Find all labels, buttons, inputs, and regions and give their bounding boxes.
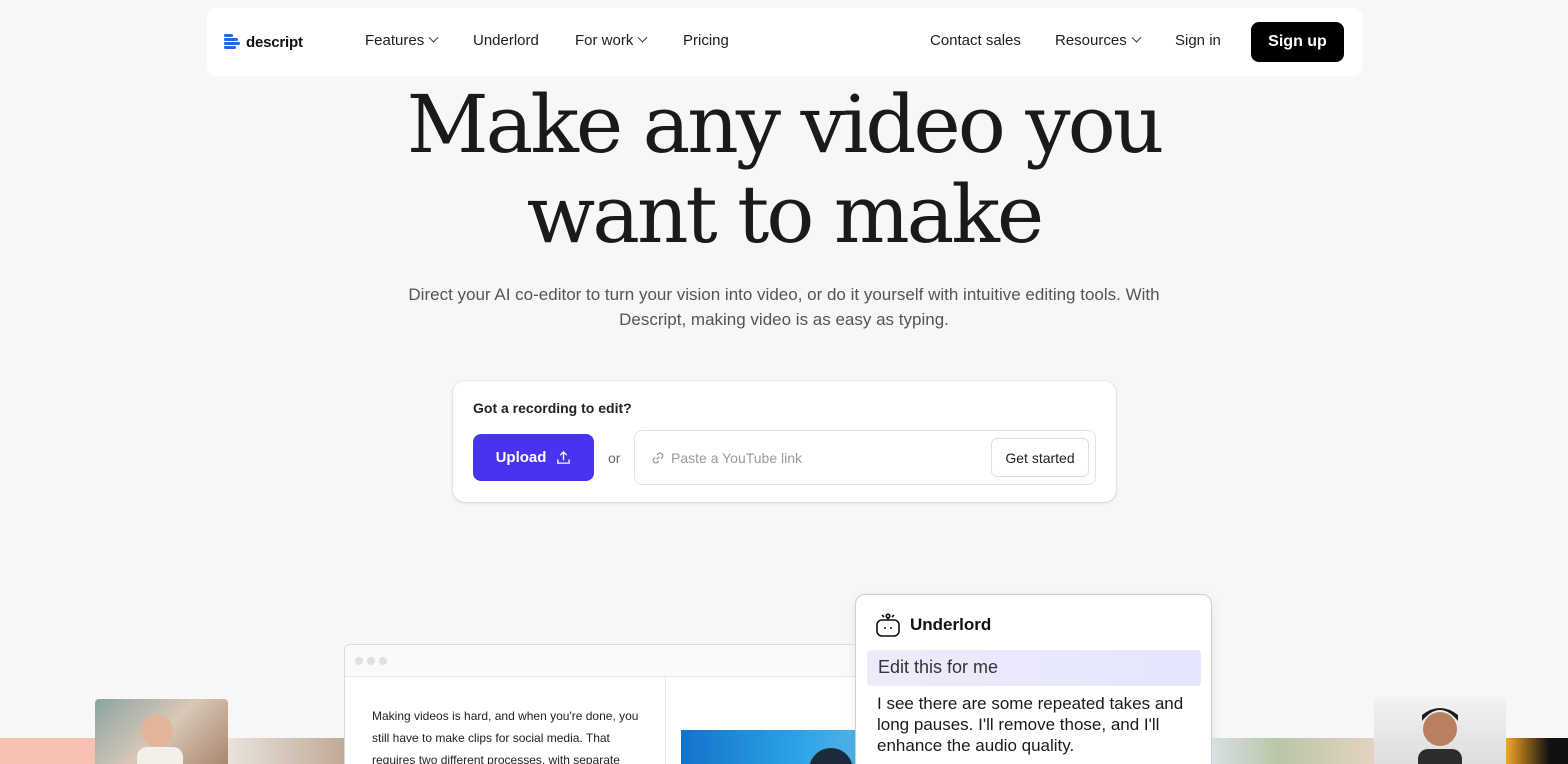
- underlord-header: Underlord: [874, 611, 991, 639]
- upload-icon: [557, 450, 571, 464]
- editor-video-preview: [681, 730, 871, 764]
- youtube-link-box: Get started: [634, 430, 1096, 485]
- window-dot-icon: [379, 657, 387, 665]
- nav-resources[interactable]: Resources: [1055, 32, 1142, 49]
- window-dot-icon: [355, 657, 363, 665]
- nav-sign-in[interactable]: Sign in: [1175, 32, 1221, 49]
- upload-card: Got a recording to edit? Upload or Get s…: [453, 381, 1116, 502]
- nav-for-work-label: For work: [575, 32, 634, 49]
- chevron-down-icon: [428, 32, 439, 43]
- or-separator: or: [608, 450, 621, 466]
- editor-divider: [665, 677, 666, 764]
- decorative-strip-right: [1212, 738, 1377, 764]
- link-icon: [652, 452, 664, 464]
- person-photo-right: [1374, 697, 1506, 764]
- hero-subtitle: Direct your AI co-editor to turn your vi…: [408, 285, 1160, 329]
- nav-features-label: Features: [365, 32, 425, 49]
- nav-underlord[interactable]: Underlord: [473, 32, 539, 49]
- nav-contact-sales[interactable]: Contact sales: [930, 32, 1021, 49]
- video-person-icon: [809, 748, 853, 764]
- nav-resources-label: Resources: [1055, 32, 1127, 49]
- hero-title: Make any video you want to make: [0, 80, 1568, 260]
- editor-title-bar: [345, 645, 883, 677]
- underlord-chat-panel: Underlord Edit this for me I see there a…: [855, 594, 1212, 764]
- upload-button-label: Upload: [495, 449, 547, 466]
- nav-underlord-label: Underlord: [473, 32, 539, 49]
- chevron-down-icon: [1131, 32, 1142, 43]
- upload-button[interactable]: Upload: [473, 434, 594, 481]
- nav-pricing-label: Pricing: [683, 32, 729, 49]
- underlord-title: Underlord: [910, 615, 992, 634]
- nav-pricing[interactable]: Pricing: [683, 32, 729, 49]
- chevron-down-icon: [637, 32, 648, 43]
- person-thumbnail-icon: [1418, 708, 1462, 764]
- top-navigation: descript Features Underlord For work Pri…: [207, 8, 1362, 76]
- sign-up-button[interactable]: Sign up: [1251, 22, 1344, 62]
- window-dot-icon: [367, 657, 375, 665]
- underlord-reply: I see there are some repeated takes and …: [877, 694, 1184, 755]
- nav-sign-in-label: Sign in: [1175, 32, 1221, 49]
- underlord-user-prompt: Edit this for me: [867, 650, 1201, 686]
- editor-transcript-text: Making videos is hard, and when you're d…: [372, 709, 639, 764]
- nav-for-work[interactable]: For work: [575, 32, 648, 49]
- decorative-strip-right-2: [1506, 738, 1568, 764]
- hero-title-line-1: Make any video you: [406, 78, 1165, 171]
- nav-contact-sales-label: Contact sales: [930, 32, 1021, 49]
- hero-title-line-2: want to make: [526, 168, 1044, 261]
- editor-window-preview: Making videos is hard, and when you're d…: [344, 644, 884, 764]
- nav-features[interactable]: Features: [365, 32, 439, 49]
- descript-logo[interactable]: descript: [224, 33, 303, 51]
- brand-name: descript: [246, 33, 303, 51]
- person-thumbnail-icon: [137, 715, 183, 764]
- descript-logo-icon: [224, 33, 240, 51]
- get-started-button[interactable]: Get started: [991, 438, 1089, 477]
- person-photo-left: [95, 699, 228, 764]
- decorative-strip-left-2: [228, 738, 348, 764]
- upload-card-label: Got a recording to edit?: [473, 400, 632, 416]
- youtube-link-input[interactable]: [671, 446, 981, 470]
- robot-icon: [876, 613, 900, 637]
